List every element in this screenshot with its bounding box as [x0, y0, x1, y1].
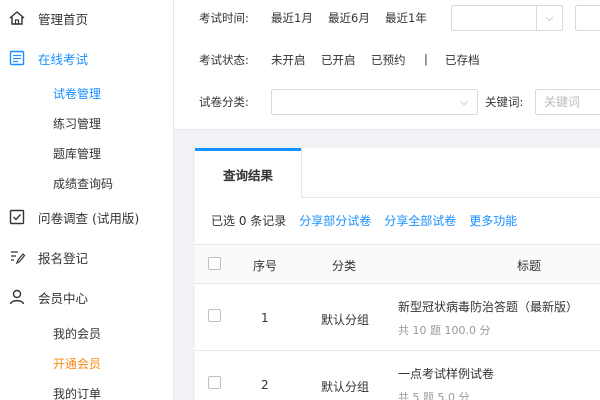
- nav-member-center-label: 会员中心: [38, 290, 89, 306]
- tab-query-results[interactable]: 查询结果: [195, 148, 301, 198]
- share-partial-link[interactable]: 分享部分试卷: [299, 212, 371, 229]
- sidebar-item-my-membership[interactable]: 我的会员: [53, 325, 101, 342]
- share-all-link[interactable]: 分享全部试卷: [384, 212, 456, 229]
- row-checkbox[interactable]: [208, 309, 221, 322]
- checkbox-icon: [8, 208, 26, 226]
- more-functions-link[interactable]: 更多功能: [469, 212, 517, 229]
- table-row[interactable]: 2 默认分组 一点考试样例试卷 共 5 题 5.0 分: [195, 351, 600, 400]
- exam-doc-icon: [8, 49, 26, 67]
- row-category: 默认分组: [321, 380, 370, 394]
- chevron-down-icon: ⌵: [460, 96, 468, 108]
- time-range-select-end[interactable]: [575, 5, 600, 31]
- results-panel: 查询结果 已选 0 条记录 分享部分试卷 分享全部试卷 更多功能 序号 分类 标…: [195, 148, 600, 400]
- nav-survey[interactable]: 问卷调查 (试用版): [8, 207, 139, 227]
- filter-panel: 考试时间: 最近1月 最近6月 最近1年 ⌵ 考试状态: 未开启 已开启 已预约…: [174, 0, 600, 130]
- status-option-archived[interactable]: 已存档: [445, 52, 480, 68]
- exam-status-label: 考试状态:: [199, 53, 249, 67]
- status-separator: |: [424, 52, 428, 66]
- nav-online-exam-label: 在线考试: [38, 51, 89, 67]
- row-checkbox[interactable]: [208, 376, 221, 389]
- keyword-input[interactable]: 关键词: [535, 89, 600, 115]
- sidebar-item-question-bank[interactable]: 题库管理: [53, 145, 101, 162]
- nav-survey-label: 问卷调查 (试用版): [38, 210, 140, 226]
- exam-time-label: 考试时间:: [199, 11, 249, 25]
- tab-divider: [301, 148, 302, 198]
- sidebar-item-my-orders[interactable]: 我的订单: [53, 385, 101, 400]
- row-title[interactable]: 新型冠状病毒防治答题（最新版）: [398, 298, 578, 315]
- table-header: 序号 分类 标题: [195, 244, 600, 284]
- row-summary: 共 10 题 100.0 分: [398, 324, 491, 337]
- row-summary: 共 5 题 5.0 分: [398, 391, 470, 400]
- keyword-label: 关键词:: [485, 95, 524, 109]
- time-range-select[interactable]: ⌵: [451, 5, 563, 31]
- row-index: 2: [261, 378, 269, 392]
- status-option-started[interactable]: 已开启: [321, 52, 356, 68]
- nav-member-center[interactable]: 会员中心: [8, 287, 88, 307]
- column-header-index: 序号: [253, 259, 278, 273]
- sidebar-item-paper-management[interactable]: 试卷管理: [53, 85, 101, 102]
- results-toolbar: 已选 0 条记录 分享部分试卷 分享全部试卷 更多功能: [211, 212, 530, 229]
- sidebar-item-score-code[interactable]: 成绩查询码: [53, 175, 113, 192]
- user-icon: [8, 288, 26, 306]
- sidebar-item-practice-management[interactable]: 练习管理: [53, 115, 101, 132]
- row-category: 默认分组: [321, 313, 370, 327]
- status-option-not-started[interactable]: 未开启: [271, 52, 306, 68]
- row-title[interactable]: 一点考试样例试卷: [398, 365, 494, 382]
- chevron-down-icon: ⌵: [536, 6, 562, 30]
- tab-underline: [301, 197, 600, 198]
- nav-home-label: 管理首页: [38, 11, 89, 27]
- time-option-6-months[interactable]: 最近6月: [328, 10, 370, 26]
- row-index: 1: [261, 311, 269, 325]
- paper-category-label: 试卷分类:: [199, 95, 249, 109]
- nav-home[interactable]: 管理首页: [8, 8, 88, 28]
- sidebar: 管理首页 在线考试 试卷管理 练习管理 题库管理 成绩查询码 问卷调查 (试用版…: [0, 0, 174, 400]
- paper-category-select[interactable]: ⌵: [271, 89, 478, 115]
- table-row[interactable]: 1 默认分组 新型冠状病毒防治答题（最新版） 共 10 题 100.0 分: [195, 284, 600, 351]
- time-option-1-year[interactable]: 最近1年: [385, 10, 427, 26]
- edit-icon: [8, 248, 26, 266]
- home-icon: [8, 9, 26, 27]
- selected-count-text: 已选 0 条记录: [211, 214, 287, 228]
- column-header-title: 标题: [517, 259, 542, 273]
- select-all-checkbox[interactable]: [208, 257, 221, 270]
- nav-registration[interactable]: 报名登记: [8, 247, 88, 267]
- time-option-1-month[interactable]: 最近1月: [271, 10, 313, 26]
- column-header-category: 分类: [332, 259, 357, 273]
- sidebar-item-open-membership[interactable]: 开通会员: [53, 355, 101, 372]
- nav-registration-label: 报名登记: [38, 250, 89, 266]
- nav-online-exam[interactable]: 在线考试: [8, 48, 88, 68]
- status-option-reserved[interactable]: 已预约: [371, 52, 406, 68]
